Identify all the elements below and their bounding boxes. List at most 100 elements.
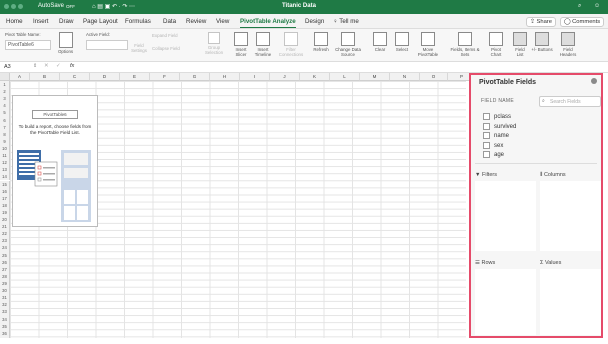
columns-area[interactable]: ⦀ Columns bbox=[540, 169, 601, 251]
row-header[interactable]: 36 bbox=[0, 329, 10, 337]
rows-area[interactable]: ☰ Rows bbox=[475, 257, 536, 335]
pivottable-placeholder[interactable]: PivotTable6 To build a report, choose fi… bbox=[12, 95, 98, 227]
column-header[interactable]: K bbox=[300, 73, 330, 81]
row-header[interactable]: 27 bbox=[0, 265, 10, 273]
insert-timeline-button[interactable]: Insert Timeline bbox=[252, 32, 274, 57]
field-item-sex[interactable]: sex bbox=[483, 141, 516, 152]
active-field-input[interactable] bbox=[86, 40, 128, 50]
field-list-button[interactable]: Field List bbox=[512, 32, 528, 57]
row-header[interactable]: 18 bbox=[0, 201, 10, 209]
column-header[interactable]: J bbox=[270, 73, 300, 81]
row-header[interactable]: 28 bbox=[0, 272, 10, 280]
column-header[interactable]: F bbox=[150, 73, 180, 81]
checkbox-icon[interactable] bbox=[483, 122, 490, 130]
column-header[interactable]: D bbox=[90, 73, 120, 81]
row-header[interactable]: 21 bbox=[0, 223, 10, 231]
comments-button[interactable]: ◯ Comments bbox=[560, 17, 605, 27]
formula-input[interactable] bbox=[80, 63, 600, 71]
row-header[interactable]: 8 bbox=[0, 130, 10, 138]
row-header[interactable]: 3 bbox=[0, 95, 10, 103]
row-header[interactable]: 4 bbox=[0, 102, 10, 110]
field-item-pclass[interactable]: pclass bbox=[483, 113, 516, 123]
row-header[interactable]: 12 bbox=[0, 159, 10, 167]
tab-draw[interactable]: Draw bbox=[59, 18, 73, 25]
row-header[interactable]: 13 bbox=[0, 166, 10, 174]
field-item-age[interactable]: age bbox=[483, 151, 516, 161]
select-all-corner[interactable] bbox=[0, 73, 10, 81]
name-box[interactable]: A3 bbox=[4, 64, 11, 70]
cancel-icon[interactable]: ✕ bbox=[44, 63, 49, 69]
quick-access-icons[interactable]: ⌂ ▤ ▣ ↶ · ↷ ⋯ bbox=[92, 3, 135, 10]
options-button[interactable]: Options bbox=[58, 32, 73, 54]
row-header[interactable]: 32 bbox=[0, 301, 10, 309]
column-header[interactable]: L bbox=[330, 73, 360, 81]
tab-view[interactable]: View bbox=[216, 18, 229, 25]
row-header[interactable]: 9 bbox=[0, 137, 10, 145]
row-header[interactable]: 14 bbox=[0, 173, 10, 181]
column-header[interactable]: B bbox=[30, 73, 60, 81]
filters-area[interactable]: ▼ Filters bbox=[475, 169, 536, 251]
tab-data[interactable]: Data bbox=[163, 18, 176, 25]
user-icon[interactable]: ☺ bbox=[594, 3, 600, 9]
column-header[interactable]: I bbox=[240, 73, 270, 81]
spreadsheet-grid[interactable]: ABCDEFGHIJKLMNOP 1 2 3 4 5 6 7 8 9 10 11 12 13 14 15 16… bbox=[0, 73, 476, 344]
expand-field-button[interactable]: Expand Field bbox=[152, 33, 178, 38]
function-icon[interactable]: fx bbox=[70, 63, 74, 69]
row-header[interactable]: 35 bbox=[0, 322, 10, 330]
row-header[interactable]: 26 bbox=[0, 258, 10, 266]
pivot-chart-button[interactable]: Pivot Chart bbox=[487, 32, 505, 57]
checkbox-icon[interactable] bbox=[483, 132, 490, 140]
collapse-field-button[interactable]: Collapse Field bbox=[152, 46, 180, 51]
column-header[interactable]: O bbox=[420, 73, 448, 81]
column-header[interactable]: N bbox=[390, 73, 420, 81]
insert-slicer-button[interactable]: Insert Slicer bbox=[232, 32, 250, 57]
tab-page-layout[interactable]: Page Layout bbox=[83, 18, 118, 25]
change-data-source-button[interactable]: Change Data Source bbox=[334, 32, 362, 57]
row-header[interactable]: 1 bbox=[0, 81, 10, 89]
plus-minus-buttons-button[interactable]: +/- Buttons bbox=[531, 32, 553, 52]
window-controls[interactable] bbox=[4, 4, 25, 11]
name-box-stepper[interactable]: ⇕ bbox=[33, 63, 37, 69]
values-area[interactable]: Σ Values bbox=[540, 257, 601, 335]
row-header[interactable]: 7 bbox=[0, 123, 10, 131]
column-header[interactable]: M bbox=[360, 73, 390, 81]
tab-insert[interactable]: Insert bbox=[33, 18, 48, 25]
checkbox-icon[interactable] bbox=[483, 141, 490, 149]
row-header[interactable]: 31 bbox=[0, 294, 10, 302]
column-header[interactable]: A bbox=[10, 73, 30, 81]
tab-review[interactable]: Review bbox=[186, 18, 206, 25]
tab-design[interactable]: Design bbox=[305, 18, 324, 25]
row-header[interactable]: 25 bbox=[0, 251, 10, 259]
search-icon[interactable]: ⌕ bbox=[578, 3, 581, 10]
row-header[interactable]: 24 bbox=[0, 244, 10, 252]
row-header[interactable]: 23 bbox=[0, 237, 10, 245]
horizontal-scrollbar[interactable] bbox=[0, 338, 608, 344]
pane-divider[interactable] bbox=[475, 163, 597, 164]
column-header[interactable]: E bbox=[120, 73, 150, 81]
field-item-survived[interactable]: survived bbox=[483, 122, 516, 133]
row-header[interactable]: 20 bbox=[0, 216, 10, 224]
row-header[interactable]: 29 bbox=[0, 280, 10, 288]
tab-formulas[interactable]: Formulas bbox=[125, 18, 151, 25]
tell-me-search[interactable]: ♀ Tell me bbox=[333, 18, 359, 25]
field-settings-button[interactable]: Field Settings bbox=[128, 43, 150, 53]
share-button[interactable]: ⇪ Share bbox=[526, 17, 556, 27]
field-search-input[interactable]: ⌕ Search Fields bbox=[539, 96, 601, 107]
row-header[interactable]: 5 bbox=[0, 109, 10, 117]
field-headers-button[interactable]: Field Headers bbox=[556, 32, 580, 57]
filter-connections-button[interactable]: Filter Connections bbox=[277, 32, 305, 57]
row-header[interactable]: 22 bbox=[0, 230, 10, 238]
row-header[interactable]: 34 bbox=[0, 315, 10, 323]
row-header[interactable]: 10 bbox=[0, 144, 10, 153]
column-header[interactable]: G bbox=[180, 73, 210, 81]
enter-icon[interactable]: ✓ bbox=[56, 63, 61, 69]
tab-home[interactable]: Home bbox=[6, 18, 23, 25]
row-header[interactable]: 11 bbox=[0, 152, 10, 160]
refresh-button[interactable]: Refresh bbox=[312, 32, 330, 52]
autosave-toggle[interactable]: OFF bbox=[66, 4, 75, 9]
row-header[interactable]: 16 bbox=[0, 187, 10, 195]
select-button[interactable]: Select bbox=[393, 32, 411, 52]
fields-items-sets-button[interactable]: Fields, Items & Sets bbox=[450, 32, 480, 57]
group-selection-button[interactable]: Group Selection bbox=[203, 32, 225, 55]
move-pivottable-button[interactable]: Move PivotTable bbox=[414, 32, 442, 57]
